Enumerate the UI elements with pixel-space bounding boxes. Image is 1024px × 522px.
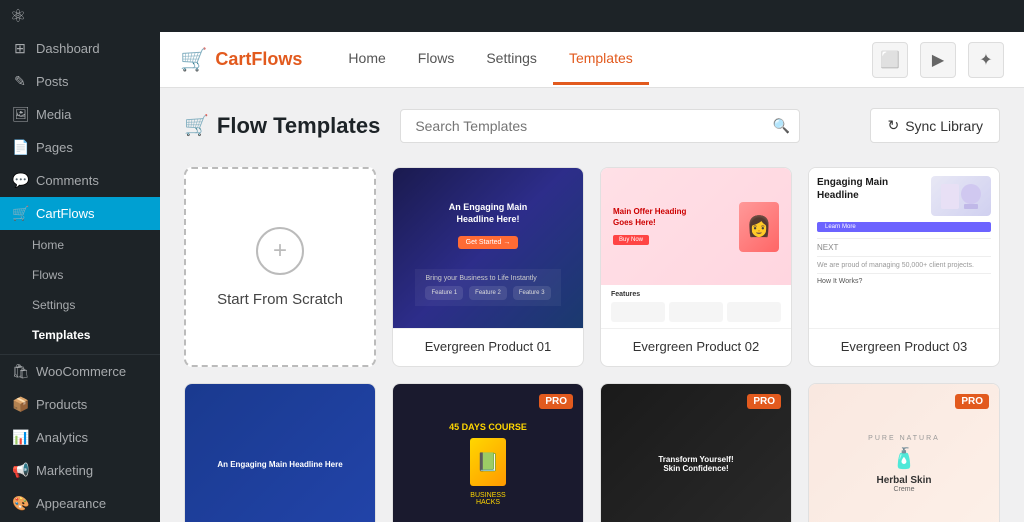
templates-grid: + Start From Scratch An Engaging MainHea… — [184, 167, 1000, 522]
template-card-06[interactable]: PRO Transform Yourself!Skin Confidence! … — [600, 383, 792, 522]
video-icon-btn[interactable]: ▶ — [920, 42, 956, 78]
sidebar-item-dashboard[interactable]: ⊞ Dashboard — [0, 32, 160, 65]
admin-bar: ⚛ — [0, 0, 1024, 32]
settings-icon-btn[interactable]: ✦ — [968, 42, 1004, 78]
sidebar-item-marketing[interactable]: 📢 Marketing — [0, 454, 160, 487]
templates-title-icon: 🛒 — [184, 113, 209, 138]
cartflows-icon: 🛒 — [12, 205, 28, 222]
sidebar-sub-settings[interactable]: Settings — [0, 290, 160, 320]
top-nav: 🛒 CartFlows Home Flows Settings Template… — [160, 32, 1024, 88]
search-bar: 🔍 — [400, 109, 800, 143]
media-icon: 🖼 — [12, 106, 28, 123]
template-preview-03: Engaging MainHeadline Learn More NEXT — [809, 168, 999, 328]
template-label-02: Evergreen Product 02 — [601, 328, 791, 364]
sidebar-sub-home[interactable]: Home — [0, 230, 160, 260]
sidebar-sub-templates[interactable]: Templates — [0, 320, 160, 350]
sidebar-item-media[interactable]: 🖼 Media — [0, 98, 160, 131]
sidebar: ⊞ Dashboard ✎ Posts 🖼 Media 📄 Pages 💬 Co… — [0, 32, 160, 522]
pages-icon: 📄 — [12, 139, 28, 156]
sidebar-item-pages[interactable]: 📄 Pages — [0, 131, 160, 164]
brand[interactable]: 🛒 CartFlows — [180, 47, 302, 73]
products-icon: 📦 — [12, 396, 28, 413]
template-preview-02: Main Offer HeadingGoes Here! Buy Now 👩 F… — [601, 168, 791, 328]
templates-header: 🛒 Flow Templates 🔍 ↻ Sync Library — [184, 108, 1000, 143]
preview-visual-03: Engaging MainHeadline Learn More NEXT — [809, 168, 999, 328]
template-card-04[interactable]: An Engaging Main Headline Here eCourse T… — [184, 383, 376, 522]
scratch-plus-icon: + — [256, 227, 304, 275]
appearance-icon: 🎨 — [12, 495, 28, 512]
nav-settings[interactable]: Settings — [470, 34, 553, 85]
template-card-05[interactable]: PRO 45 DAYS COURSE 📗 BUSINESSHACKS 45 Da… — [392, 383, 584, 522]
library-icon-btn[interactable]: ⬜ — [872, 42, 908, 78]
brand-name: CartFlows — [215, 49, 302, 70]
woocommerce-icon: 🛍 — [12, 363, 28, 380]
template-preview-04: An Engaging Main Headline Here — [185, 384, 375, 522]
template-card-03[interactable]: Engaging MainHeadline Learn More NEXT — [808, 167, 1000, 367]
main-content: 🛒 CartFlows Home Flows Settings Template… — [160, 32, 1024, 522]
sync-icon: ↻ — [887, 117, 899, 134]
nav-home[interactable]: Home — [332, 34, 401, 85]
preview-visual-02: Main Offer HeadingGoes Here! Buy Now 👩 F… — [601, 168, 791, 328]
template-label-03: Evergreen Product 03 — [809, 328, 999, 364]
page-content: 🛒 Flow Templates 🔍 ↻ Sync Library + Star… — [160, 88, 1024, 522]
template-card-01[interactable]: An Engaging MainHeadline Here! Get Start… — [392, 167, 584, 367]
sync-library-button[interactable]: ↻ Sync Library — [870, 108, 1000, 143]
sidebar-item-cartflows[interactable]: 🛒 CartFlows — [0, 197, 160, 230]
template-card-07[interactable]: PRO PURE NATURA 🧴 Herbal Skin Creme Herb… — [808, 383, 1000, 522]
preview-visual-01: An Engaging MainHeadline Here! Get Start… — [393, 168, 583, 328]
scratch-card[interactable]: + Start From Scratch — [184, 167, 376, 367]
template-preview-01: An Engaging MainHeadline Here! Get Start… — [393, 168, 583, 328]
nav-links: Home Flows Settings Templates — [332, 34, 648, 85]
preview-visual-04: An Engaging Main Headline Here — [185, 384, 375, 522]
search-input[interactable] — [400, 109, 800, 143]
template-label-01: Evergreen Product 01 — [393, 328, 583, 364]
sidebar-item-products[interactable]: 📦 Products — [0, 388, 160, 421]
search-icon: 🔍 — [773, 117, 790, 134]
dashboard-icon: ⊞ — [12, 40, 28, 57]
sidebar-item-woocommerce[interactable]: 🛍 WooCommerce — [0, 355, 160, 388]
analytics-icon: 📊 — [12, 429, 28, 446]
pro-badge-06: PRO — [747, 394, 781, 409]
posts-icon: ✎ — [12, 73, 28, 90]
sidebar-item-comments[interactable]: 💬 Comments — [0, 164, 160, 197]
sidebar-item-analytics[interactable]: 📊 Analytics — [0, 421, 160, 454]
brand-icon: 🛒 — [180, 47, 207, 73]
comments-icon: 💬 — [12, 172, 28, 189]
template-card-02[interactable]: Main Offer HeadingGoes Here! Buy Now 👩 F… — [600, 167, 792, 367]
wp-logo[interactable]: ⚛ — [10, 6, 26, 27]
sidebar-item-appearance[interactable]: 🎨 Appearance — [0, 487, 160, 520]
templates-title: 🛒 Flow Templates — [184, 113, 380, 139]
pro-badge-07: PRO — [955, 394, 989, 409]
nav-templates[interactable]: Templates — [553, 34, 649, 85]
sidebar-sub-flows[interactable]: Flows — [0, 260, 160, 290]
marketing-icon: 📢 — [12, 462, 28, 479]
pro-badge-05: PRO — [539, 394, 573, 409]
sidebar-item-posts[interactable]: ✎ Posts — [0, 65, 160, 98]
top-nav-icons: ⬜ ▶ ✦ — [872, 42, 1004, 78]
nav-flows[interactable]: Flows — [402, 34, 471, 85]
